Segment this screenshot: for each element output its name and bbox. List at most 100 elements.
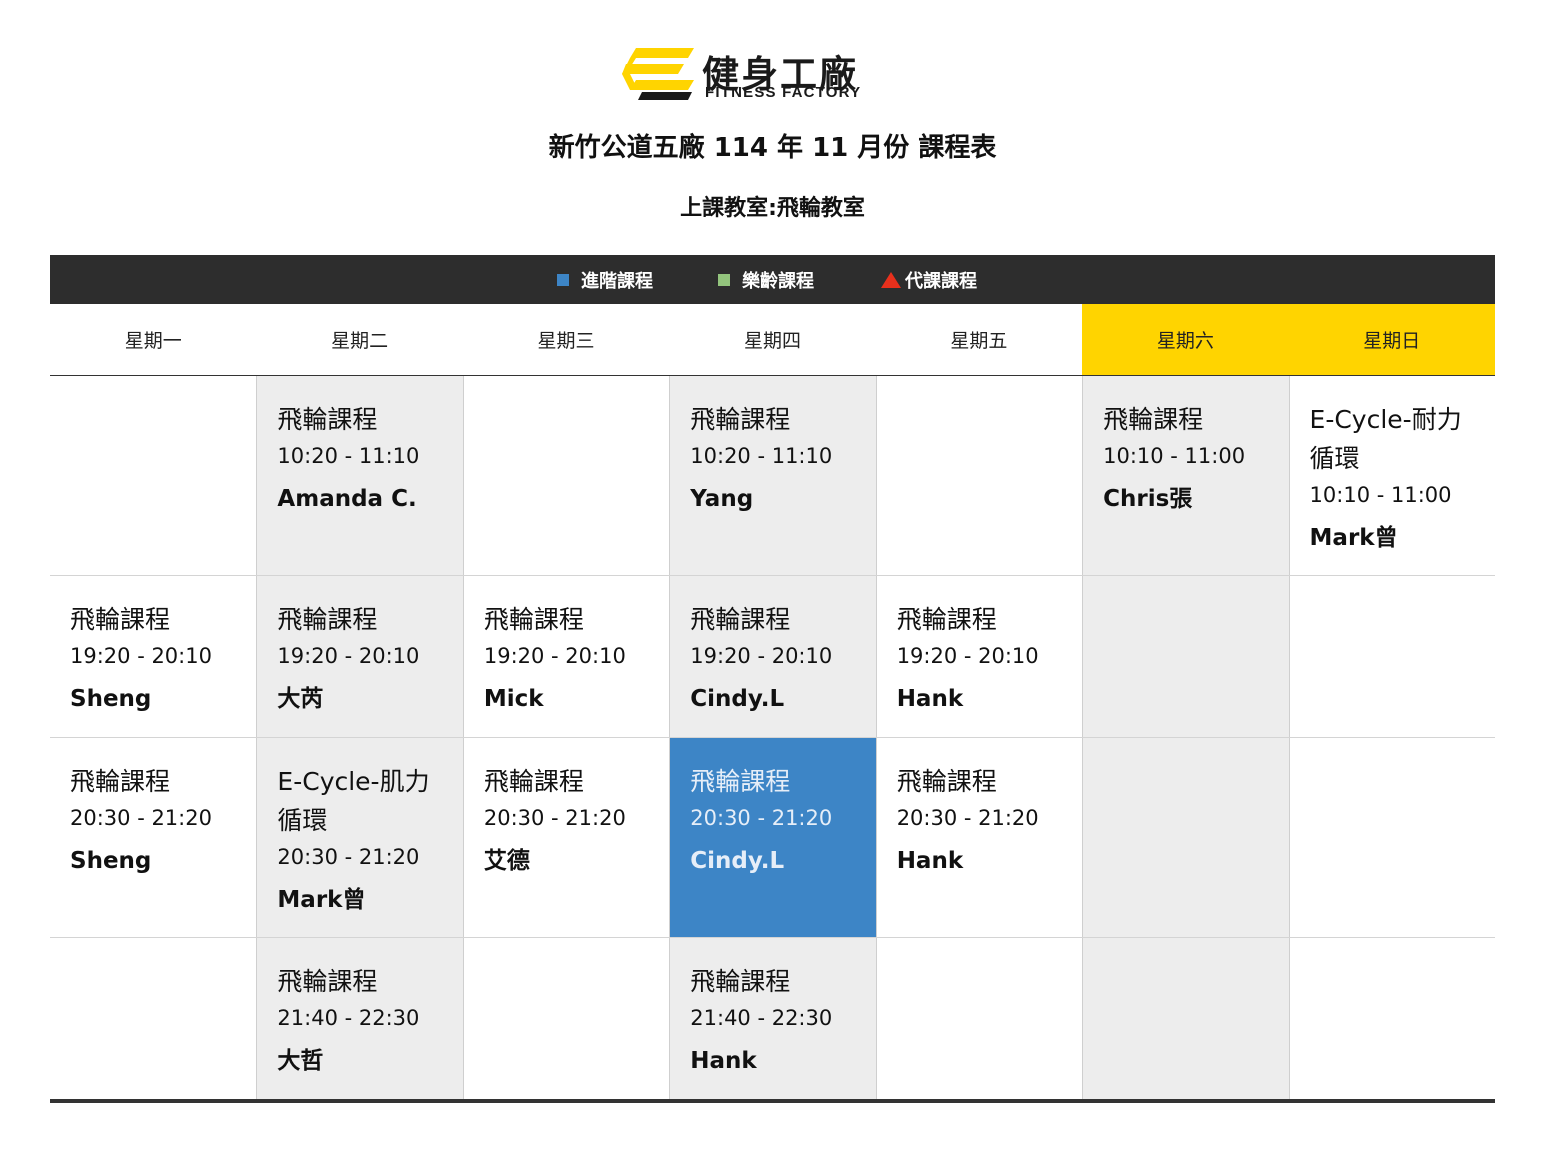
class-name: 飛輪課程: [690, 767, 791, 796]
class-teacher: Chris張: [1103, 486, 1193, 512]
schedule-cell-empty: [1288, 938, 1495, 1099]
legend-substitute: 代課課程: [881, 255, 977, 304]
class-name: E-Cycle-耐力循環: [1309, 405, 1462, 473]
class-name: 飛輪課程: [690, 405, 791, 434]
class-time: 10:20 - 11:10: [277, 444, 420, 468]
class-cell[interactable]: 飛輪課程 21:40 - 22:30 Hank: [669, 938, 876, 1099]
class-cell[interactable]: 飛輪課程 20:30 - 21:20 艾德: [462, 738, 669, 937]
class-cell[interactable]: 飛輪課程 20:30 - 21:20 Hank: [875, 738, 1082, 937]
schedule-cell-empty: [1288, 738, 1495, 937]
schedule-cell-empty: [875, 376, 1082, 575]
class-teacher: Hank: [896, 686, 964, 712]
schedule-cell-empty: [50, 376, 256, 575]
class-time: 20:30 - 21:20: [690, 806, 833, 830]
class-time: 19:20 - 20:10: [896, 644, 1039, 668]
class-name: E-Cycle-肌力循環: [277, 767, 430, 835]
legend-senior: 樂齡課程: [718, 255, 814, 304]
class-time: 10:10 - 11:00: [1103, 444, 1246, 468]
legend-advanced: 進階課程: [557, 255, 653, 304]
class-time: 19:20 - 20:10: [483, 644, 626, 668]
class-name: 飛輪課程: [690, 605, 791, 634]
class-teacher: Hank: [690, 1048, 757, 1074]
class-time: 19:20 - 20:10: [70, 644, 212, 668]
class-name: 飛輪課程: [896, 605, 997, 634]
schedule-row: 飛輪課程 20:30 - 21:20 Sheng E-Cycle-肌力循環 20…: [50, 738, 1495, 938]
table-bottom-border: [50, 1099, 1495, 1103]
class-teacher: Mark曾: [1309, 525, 1398, 551]
class-name: 飛輪課程: [1103, 405, 1204, 434]
class-time: 20:30 - 21:20: [70, 806, 212, 830]
legend-bar: 進階課程 樂齡課程 代課課程: [50, 255, 1495, 304]
schedule-cell-empty: [1082, 738, 1289, 937]
class-name: 飛輪課程: [690, 967, 791, 996]
brand-logo: 健身工廠 FITNESS FACTORY: [622, 46, 922, 104]
class-cell[interactable]: 飛輪課程 21:40 - 22:30 大哲: [256, 938, 463, 1099]
class-name: 飛輪課程: [277, 967, 378, 996]
class-name: 飛輪課程: [277, 605, 378, 634]
class-time: 10:10 - 11:00: [1309, 483, 1452, 507]
class-cell[interactable]: 飛輪課程 19:20 - 20:10 Sheng: [50, 576, 256, 737]
schedule-cell-empty: [1082, 576, 1289, 737]
class-time: 21:40 - 22:30: [277, 1006, 420, 1030]
class-time: 20:30 - 21:20: [483, 806, 626, 830]
class-cell-advanced[interactable]: 飛輪課程 20:30 - 21:20 Cindy.L: [669, 738, 876, 937]
class-teacher: Cindy.L: [690, 686, 785, 712]
class-cell[interactable]: 飛輪課程 19:20 - 20:10 Mick: [462, 576, 669, 737]
class-cell[interactable]: E-Cycle-耐力循環 10:10 - 11:00 Mark曾: [1288, 376, 1495, 575]
day-header-sat: 星期六: [1082, 304, 1289, 375]
blue-square-icon: [557, 273, 569, 286]
class-teacher: 大芮: [277, 686, 324, 712]
class-teacher: Amanda C.: [277, 486, 417, 512]
class-teacher: Sheng: [70, 686, 152, 712]
class-cell[interactable]: 飛輪課程 19:20 - 20:10 Hank: [875, 576, 1082, 737]
legend-advanced-label: 進階課程: [581, 270, 653, 292]
schedule-cell-empty: [875, 938, 1082, 1099]
schedule-cell-empty: [462, 376, 669, 575]
day-header-thu: 星期四: [743, 330, 801, 352]
class-name: 飛輪課程: [70, 605, 171, 634]
class-name: 飛輪課程: [896, 767, 997, 796]
class-cell[interactable]: 飛輪課程 20:30 - 21:20 Sheng: [50, 738, 256, 937]
class-cell[interactable]: 飛輪課程 10:20 - 11:10 Yang: [669, 376, 876, 575]
class-cell[interactable]: 飛輪課程 10:10 - 11:00 Chris張: [1082, 376, 1289, 575]
schedule-row: 飛輪課程 10:20 - 11:10 Amanda C. 飛輪課程 10:20 …: [50, 376, 1495, 576]
schedule-cell-empty: [1082, 938, 1289, 1099]
class-teacher: Cindy.L: [690, 848, 785, 874]
class-cell[interactable]: E-Cycle-肌力循環 20:30 - 21:20 Mark曾: [256, 738, 463, 937]
day-header-row: 星期一 星期二 星期三 星期四 星期五 星期六 星期日: [50, 304, 1495, 376]
class-cell[interactable]: 飛輪課程 19:20 - 20:10 大芮: [256, 576, 463, 737]
class-teacher: 大哲: [277, 1048, 324, 1074]
green-square-icon: [718, 273, 730, 286]
day-header-mon: 星期一: [124, 330, 182, 352]
class-cell[interactable]: 飛輪課程 19:20 - 20:10 Cindy.L: [669, 576, 876, 737]
page-title: 新竹公道五廠 114 年 11 月份 課程表: [548, 133, 997, 163]
class-time: 20:30 - 21:20: [896, 806, 1039, 830]
day-header-fri: 星期五: [950, 330, 1008, 352]
class-name: 飛輪課程: [483, 767, 584, 796]
red-triangle-icon: [881, 271, 901, 288]
schedule-cell-empty: [50, 938, 256, 1099]
schedule-cell-empty: [1288, 576, 1495, 737]
legend-substitute-label: 代課課程: [905, 270, 977, 292]
class-time: 19:20 - 20:10: [277, 644, 420, 668]
class-teacher: Mick: [483, 686, 544, 712]
classroom-label: 上課教室:飛輪教室: [680, 196, 865, 221]
day-header-wed: 星期三: [537, 330, 595, 352]
schedule-cell-empty: [462, 938, 669, 1099]
class-teacher: Yang: [690, 486, 754, 512]
day-header-tue: 星期二: [331, 330, 389, 352]
class-time: 21:40 - 22:30: [690, 1006, 833, 1030]
class-name: 飛輪課程: [277, 405, 378, 434]
class-teacher: Hank: [896, 848, 964, 874]
class-time: 20:30 - 21:20: [277, 845, 420, 869]
class-cell[interactable]: 飛輪課程 10:20 - 11:10 Amanda C.: [256, 376, 463, 575]
class-time: 19:20 - 20:10: [690, 644, 833, 668]
class-time: 10:20 - 11:10: [690, 444, 833, 468]
schedule-row: 飛輪課程 19:20 - 20:10 Sheng 飛輪課程 19:20 - 20…: [50, 576, 1495, 738]
legend-senior-label: 樂齡課程: [742, 270, 814, 292]
class-teacher: Sheng: [70, 848, 152, 874]
schedule-row: 飛輪課程 21:40 - 22:30 大哲 飛輪課程 21:40 - 22:30…: [50, 938, 1495, 1099]
brand-name-en: FITNESS FACTORY: [705, 84, 862, 101]
schedule-grid: 飛輪課程 10:20 - 11:10 Amanda C. 飛輪課程 10:20 …: [50, 376, 1495, 1099]
fitness-factory-logo-icon: [622, 48, 694, 100]
